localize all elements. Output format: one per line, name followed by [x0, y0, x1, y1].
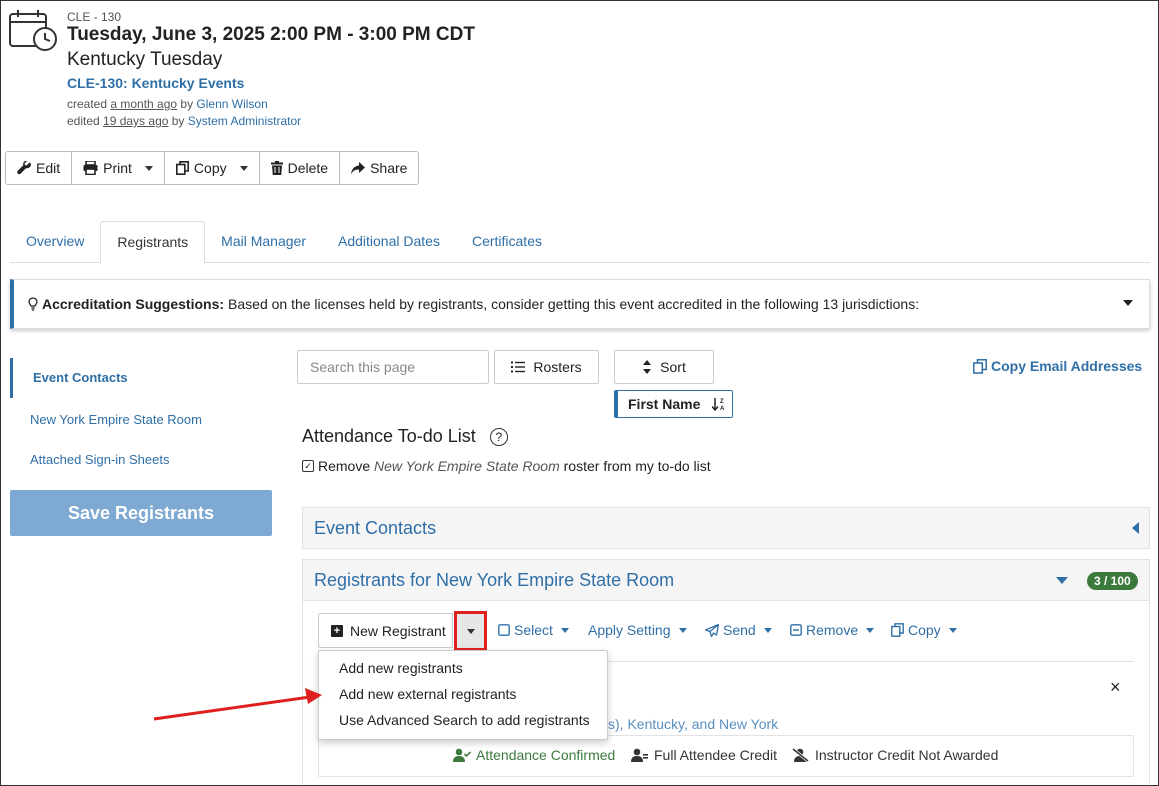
- sort-icon: [643, 360, 652, 374]
- tab-overview[interactable]: Overview: [10, 221, 100, 263]
- menu-item-add-new-external-registrants[interactable]: Add new external registrants: [319, 683, 607, 709]
- jurisdictions-link[interactable]: s), Kentucky, and New York: [608, 716, 778, 732]
- alert-text: Based on the licenses held by registrant…: [228, 296, 920, 312]
- calendar-clock-icon: [9, 10, 57, 51]
- paper-plane-icon: [705, 623, 719, 637]
- help-icon[interactable]: ?: [489, 427, 508, 446]
- event-tabs: Overview Registrants Mail Manager Additi…: [10, 221, 1150, 264]
- event-title: Kentucky Tuesday: [67, 49, 223, 70]
- rosters-button[interactable]: Rosters: [494, 350, 599, 384]
- chevron-down-icon: [560, 627, 569, 633]
- tab-mail-manager[interactable]: Mail Manager: [205, 221, 322, 263]
- send-menu[interactable]: Send: [705, 622, 772, 638]
- svg-text:A: A: [720, 406, 725, 411]
- attendance-confirmed-status[interactable]: Attendance Confirmed: [453, 747, 615, 763]
- checkbox-icon: [498, 624, 510, 636]
- created-when: a month ago: [110, 97, 178, 111]
- tab-additional-dates[interactable]: Additional Dates: [322, 221, 456, 263]
- chevron-down-icon: [144, 165, 153, 171]
- copy-button[interactable]: Copy: [165, 152, 260, 184]
- instructor-credit-status[interactable]: Instructor Credit Not Awarded: [792, 747, 998, 763]
- wrench-icon: [17, 161, 31, 175]
- chevron-down-icon: [763, 627, 772, 633]
- caret-down-icon[interactable]: [1123, 300, 1133, 306]
- todo-heading: Attendance To-do List ?: [302, 426, 508, 447]
- accreditation-alert[interactable]: Accreditation Suggestions: Based on the …: [10, 279, 1150, 329]
- copy-icon: [973, 358, 987, 374]
- trash-icon: [270, 161, 283, 175]
- sidebar-item-event-contacts[interactable]: Event Contacts: [10, 358, 270, 398]
- new-registrant-dropdown-menu: Add new registrants Add new external reg…: [318, 650, 608, 740]
- tab-registrants[interactable]: Registrants: [100, 221, 206, 264]
- save-registrants-button[interactable]: Save Registrants: [10, 490, 272, 536]
- svg-text:Z: Z: [720, 399, 724, 405]
- close-icon[interactable]: ×: [1110, 677, 1121, 698]
- menu-item-add-new-registrants[interactable]: Add new registrants: [319, 657, 607, 683]
- printer-icon: [83, 161, 98, 175]
- sidebar-item-new-york-empire-state-room[interactable]: New York Empire State Room: [10, 412, 270, 427]
- created-meta: created a month ago by Glenn Wilson: [67, 97, 268, 111]
- menu-item-advanced-search[interactable]: Use Advanced Search to add registrants: [319, 709, 607, 735]
- registrant-count-badge: 3 / 100: [1087, 572, 1138, 590]
- list-icon: [511, 361, 526, 373]
- annotation-arrow: [153, 688, 322, 721]
- delete-button[interactable]: Delete: [260, 152, 341, 184]
- chevron-down-icon: [678, 627, 687, 633]
- remove-menu[interactable]: Remove: [790, 622, 875, 638]
- edited-when: 19 days ago: [103, 114, 169, 128]
- new-registrant-button[interactable]: + New Registrant: [318, 613, 453, 648]
- registrants-panel-header[interactable]: Registrants for New York Empire State Ro…: [302, 559, 1150, 601]
- edited-meta: edited 19 days ago by System Administrat…: [67, 114, 302, 128]
- sort-button[interactable]: Sort: [614, 350, 714, 384]
- checkbox-checked-icon[interactable]: ✓: [302, 460, 314, 472]
- sort-field-chip[interactable]: First Name ZA: [614, 390, 733, 418]
- chevron-down-icon: [948, 627, 957, 633]
- apply-setting-menu[interactable]: Apply Setting: [588, 622, 687, 638]
- copy-icon: [891, 623, 904, 637]
- event-datetime: Tuesday, June 3, 2025 2:00 PM - 3:00 PM …: [67, 24, 475, 45]
- created-by-link[interactable]: Glenn Wilson: [196, 97, 267, 111]
- sidebar-item-attached-sign-in-sheets[interactable]: Attached Sign-in Sheets: [10, 452, 270, 467]
- user-slash-icon: [792, 748, 809, 762]
- user-gear-icon: [631, 748, 648, 762]
- share-button[interactable]: Share: [340, 152, 418, 184]
- user-check-icon: [453, 748, 471, 762]
- plus-square-icon: +: [331, 624, 343, 637]
- full-attendee-credit-status[interactable]: Full Attendee Credit: [631, 747, 777, 763]
- copy-icon: [175, 161, 189, 175]
- chevron-down-icon: [239, 165, 248, 171]
- search-input[interactable]: [297, 350, 489, 384]
- copy-menu[interactable]: Copy: [891, 622, 957, 638]
- event-series-link[interactable]: CLE-130: Kentucky Events: [67, 75, 244, 91]
- edit-button[interactable]: Edit: [6, 152, 73, 184]
- event-contacts-panel-header[interactable]: Event Contacts: [302, 507, 1150, 549]
- new-registrant-dropdown-toggle[interactable]: [454, 611, 487, 651]
- caret-down-icon[interactable]: [1056, 577, 1068, 584]
- chevron-down-icon: [866, 627, 875, 633]
- chevron-down-icon: [466, 628, 475, 634]
- sort-alpha-icon: ZA: [712, 398, 725, 411]
- event-code: CLE - 130: [67, 10, 122, 24]
- caret-left-icon[interactable]: [1132, 522, 1139, 534]
- minus-square-icon: [790, 624, 802, 636]
- tab-certificates[interactable]: Certificates: [456, 221, 558, 263]
- event-toolbar: Edit Print Copy Delete Share: [5, 151, 420, 185]
- copy-email-addresses-link[interactable]: Copy Email Addresses: [973, 358, 1142, 374]
- share-icon: [351, 161, 366, 174]
- select-menu[interactable]: Select: [498, 622, 569, 638]
- todo-item[interactable]: ✓ Remove New York Empire State Room rost…: [302, 458, 711, 474]
- lightbulb-icon: [28, 297, 38, 311]
- edited-by-link[interactable]: System Administrator: [188, 114, 301, 128]
- print-button[interactable]: Print: [72, 152, 165, 184]
- alert-heading: Accreditation Suggestions:: [42, 296, 225, 312]
